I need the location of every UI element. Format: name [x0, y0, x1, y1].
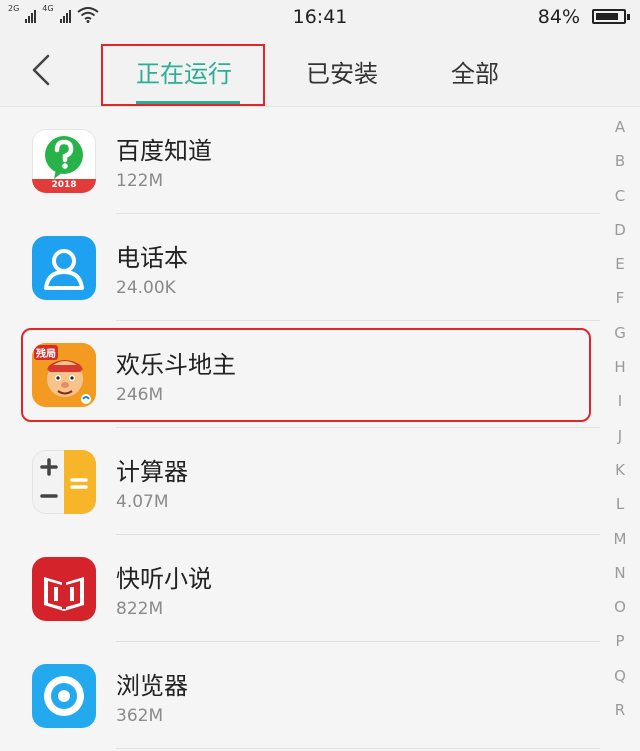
index-letter[interactable]: N [600, 556, 640, 590]
kuaiting-novel-icon [32, 557, 96, 621]
calculator-icon [32, 450, 96, 514]
app-size: 822M [116, 599, 164, 619]
list-item[interactable]: 残局 欢乐斗地主 246M [0, 321, 600, 428]
index-letter[interactable]: M [600, 522, 640, 556]
battery-percent: 84% [537, 6, 580, 28]
app-name: 计算器 [116, 458, 188, 486]
index-letter[interactable]: L [600, 487, 640, 521]
list-item[interactable]: 浏览器 362M [0, 642, 600, 749]
index-letter[interactable]: D [600, 213, 640, 247]
running-app-list: 2018 百度知道 122M 电话本 24.00K 残局 欢乐斗地主 246M … [0, 107, 640, 751]
app-size: 122M [116, 171, 164, 191]
index-letter[interactable]: P [600, 624, 640, 658]
index-letter[interactable]: H [600, 350, 640, 384]
app-name: 电话本 [116, 244, 188, 272]
index-letter[interactable]: R [600, 693, 640, 727]
tab-installed[interactable]: 已安装 [306, 54, 378, 89]
tab-highlight-box [101, 44, 265, 106]
index-letter[interactable]: J [600, 419, 640, 453]
divider [116, 748, 600, 749]
app-name: 快听小说 [116, 565, 212, 593]
list-item[interactable]: 计算器 4.07M [0, 428, 600, 535]
index-letter[interactable]: A [600, 110, 640, 144]
index-letter[interactable]: G [600, 316, 640, 350]
back-arrow-icon[interactable] [28, 52, 58, 88]
list-item[interactable]: 电话本 24.00K [0, 214, 600, 321]
app-name: 百度知道 [116, 137, 212, 165]
index-letter[interactable]: F [600, 281, 640, 315]
index-letter[interactable]: O [600, 590, 640, 624]
app-size: 4.07M [116, 492, 169, 512]
index-letter[interactable]: I [600, 384, 640, 418]
list-item[interactable]: 2018 百度知道 122M [0, 107, 600, 214]
browser-icon [32, 664, 96, 728]
list-item[interactable]: 快听小说 822M [0, 535, 600, 642]
row-highlight-box [21, 328, 591, 422]
tab-all[interactable]: 全部 [451, 54, 499, 89]
status-bar: 2G 4G 16:41 84% [0, 0, 640, 34]
app-name: 浏览器 [116, 672, 188, 700]
alphabet-index[interactable]: ABCDEFGHIJKLMNOPQR [600, 110, 640, 751]
index-letter[interactable]: C [600, 179, 640, 213]
index-letter[interactable]: Q [600, 659, 640, 693]
baidu-zhidao-icon: 2018 [32, 129, 96, 193]
app-size: 362M [116, 706, 164, 726]
index-letter[interactable]: E [600, 247, 640, 281]
battery-icon [592, 9, 630, 24]
index-letter[interactable]: K [600, 453, 640, 487]
index-letter[interactable]: B [600, 144, 640, 178]
icon-badge-text: 2018 [51, 180, 77, 190]
app-size: 24.00K [116, 278, 176, 298]
app-manager-header: 正在运行 已安装 全部 [0, 34, 640, 107]
contacts-icon [32, 236, 96, 300]
